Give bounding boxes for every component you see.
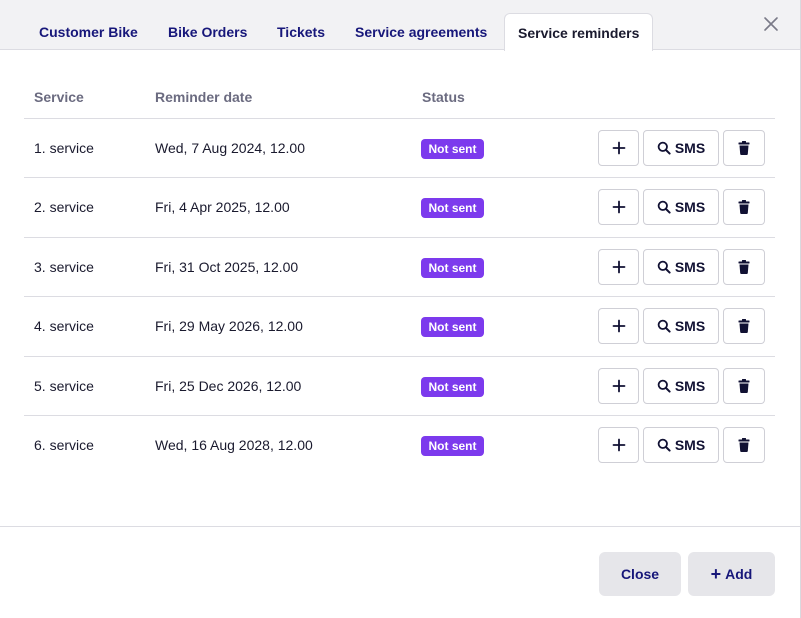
sms-button[interactable]: SMS — [643, 189, 719, 225]
status-badge: Not sent — [421, 198, 484, 218]
search-icon — [657, 319, 671, 333]
sms-label: SMS — [674, 378, 706, 394]
delete-button[interactable] — [723, 427, 765, 463]
plus-icon: + — [710, 564, 722, 584]
table-row: 2. service Fri, 4 Apr 2025, 12.00 Not se… — [24, 177, 775, 236]
add-reminder-button[interactable] — [598, 249, 639, 285]
search-icon — [657, 141, 671, 155]
trash-icon — [738, 200, 750, 214]
tab-bike-orders[interactable]: Bike Orders — [168, 24, 247, 40]
column-header-service: Service — [34, 89, 84, 105]
service-cell: 6. service — [34, 437, 94, 453]
sms-button[interactable]: SMS — [643, 249, 719, 285]
delete-button[interactable] — [723, 189, 765, 225]
add-reminder-button[interactable] — [598, 427, 639, 463]
trash-icon — [738, 260, 750, 274]
reminder-date-cell: Fri, 29 May 2026, 12.00 — [155, 318, 303, 334]
sms-button[interactable]: SMS — [643, 368, 719, 404]
close-button-label: Close — [620, 566, 660, 582]
add-button[interactable]: + Add — [688, 552, 775, 596]
add-button-label: Add — [725, 566, 753, 582]
delete-button[interactable] — [723, 130, 765, 166]
status-badge: Not sent — [421, 258, 484, 278]
plus-icon — [612, 141, 625, 155]
close-icon[interactable] — [761, 14, 781, 34]
plus-icon — [612, 379, 625, 393]
table-row: 3. service Fri, 31 Oct 2025, 12.00 Not s… — [24, 237, 775, 296]
add-reminder-button[interactable] — [598, 368, 639, 404]
search-icon — [657, 260, 671, 274]
tab-service-agreements[interactable]: Service agreements — [355, 24, 487, 40]
column-header-reminder-date: Reminder date — [155, 89, 253, 105]
status-badge: Not sent — [421, 436, 484, 456]
plus-icon — [612, 200, 625, 214]
close-button[interactable]: Close — [599, 552, 681, 596]
sms-label: SMS — [674, 259, 706, 275]
table-row: 1. service Wed, 7 Aug 2024, 12.00 Not se… — [24, 118, 775, 177]
service-reminders-dialog: Customer Bike Bike Orders Tickets Servic… — [0, 0, 801, 618]
table-row: 4. service Fri, 29 May 2026, 12.00 Not s… — [24, 296, 775, 355]
trash-icon — [738, 141, 750, 155]
reminder-date-cell: Fri, 25 Dec 2026, 12.00 — [155, 378, 302, 394]
sms-button[interactable]: SMS — [643, 308, 719, 344]
tab-bar: Customer Bike Bike Orders Tickets Servic… — [0, 0, 800, 51]
reminder-date-cell: Fri, 4 Apr 2025, 12.00 — [155, 199, 290, 215]
plus-icon — [612, 438, 625, 452]
delete-button[interactable] — [723, 308, 765, 344]
sms-button[interactable]: SMS — [643, 130, 719, 166]
add-reminder-button[interactable] — [598, 308, 639, 344]
status-badge: Not sent — [421, 377, 484, 397]
table-row: 5. service Fri, 25 Dec 2026, 12.00 Not s… — [24, 356, 775, 415]
footer-divider — [0, 526, 800, 527]
column-header-status: Status — [422, 89, 465, 105]
plus-icon — [612, 260, 625, 274]
delete-button[interactable] — [723, 368, 765, 404]
service-cell: 5. service — [34, 378, 94, 394]
sms-button[interactable]: SMS — [643, 427, 719, 463]
status-badge: Not sent — [421, 317, 484, 337]
search-icon — [657, 379, 671, 393]
status-badge: Not sent — [421, 139, 484, 159]
service-cell: 1. service — [34, 140, 94, 156]
table-row: 6. service Wed, 16 Aug 2028, 12.00 Not s… — [24, 415, 775, 474]
tab-tickets[interactable]: Tickets — [277, 24, 325, 40]
sms-label: SMS — [674, 199, 706, 215]
service-cell: 4. service — [34, 318, 94, 334]
search-icon — [657, 438, 671, 452]
search-icon — [657, 200, 671, 214]
sms-label: SMS — [674, 140, 706, 156]
trash-icon — [738, 319, 750, 333]
tab-customer-bike[interactable]: Customer Bike — [39, 24, 138, 40]
sms-label: SMS — [674, 318, 706, 334]
plus-icon — [612, 319, 625, 333]
reminder-date-cell: Wed, 7 Aug 2024, 12.00 — [155, 140, 305, 156]
service-cell: 3. service — [34, 259, 94, 275]
trash-icon — [738, 438, 750, 452]
service-cell: 2. service — [34, 199, 94, 215]
sms-label: SMS — [674, 437, 706, 453]
add-reminder-button[interactable] — [598, 130, 639, 166]
add-reminder-button[interactable] — [598, 189, 639, 225]
trash-icon — [738, 379, 750, 393]
reminder-date-cell: Wed, 16 Aug 2028, 12.00 — [155, 437, 313, 453]
reminder-date-cell: Fri, 31 Oct 2025, 12.00 — [155, 259, 299, 275]
delete-button[interactable] — [723, 249, 765, 285]
tab-service-reminders[interactable]: Service reminders — [504, 13, 654, 51]
